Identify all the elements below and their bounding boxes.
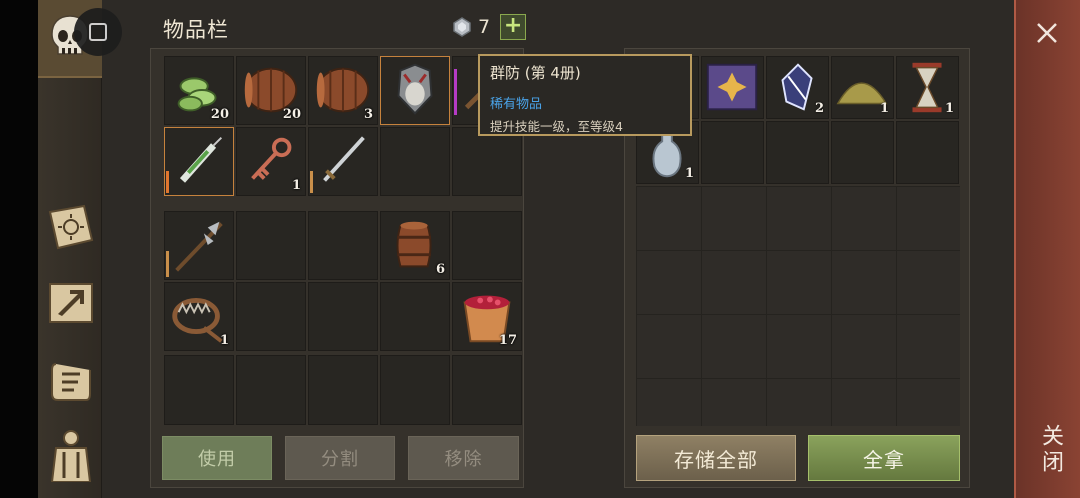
inventory-slot[interactable] bbox=[236, 282, 306, 351]
storage-slot[interactable] bbox=[766, 121, 829, 184]
item-count: 20 bbox=[282, 107, 301, 122]
inventory-title: 物品栏 bbox=[163, 18, 229, 42]
remove-button[interactable]: 移除 bbox=[408, 436, 519, 480]
storage-slot[interactable]: 1 bbox=[896, 56, 959, 119]
window-toggle-button[interactable] bbox=[74, 8, 122, 56]
inventory-slot[interactable] bbox=[452, 355, 522, 425]
item-count: 3 bbox=[363, 107, 373, 122]
inventory-slot[interactable] bbox=[308, 355, 378, 425]
item-tooltip: 群防 (第 4册) 稀有物品 提升技能一级，至等级4 bbox=[478, 54, 692, 136]
inventory-slot[interactable] bbox=[308, 282, 378, 351]
inventory-slot[interactable]: 20 bbox=[164, 56, 234, 125]
screen-edge bbox=[0, 0, 38, 498]
inventory-slot[interactable]: 3 bbox=[308, 56, 378, 125]
inventory-slot[interactable] bbox=[236, 211, 306, 280]
quest-scroll-icon[interactable] bbox=[44, 354, 98, 408]
inventory-slot[interactable] bbox=[380, 56, 450, 125]
item-count: 1 bbox=[291, 178, 301, 193]
inventory-slot[interactable] bbox=[164, 127, 234, 196]
inventory-slot[interactable] bbox=[236, 355, 306, 425]
character-outfit-icon[interactable] bbox=[44, 428, 98, 482]
syringe-icon bbox=[179, 137, 223, 183]
item-count: 17 bbox=[498, 333, 517, 348]
tooltip-rarity: 稀有物品 bbox=[490, 97, 543, 112]
inventory-slot[interactable] bbox=[308, 127, 378, 196]
inventory-slot[interactable] bbox=[380, 282, 450, 351]
item-count: 2 bbox=[814, 101, 824, 116]
inventory-slot[interactable]: 1 bbox=[164, 282, 234, 351]
item-count: 1 bbox=[944, 101, 954, 116]
currency-display: 7 + bbox=[452, 14, 527, 40]
inventory-slot[interactable] bbox=[452, 211, 522, 280]
inventory-grid-lower: 6 1 17 bbox=[164, 211, 522, 351]
inventory-slot[interactable] bbox=[452, 127, 522, 196]
halberd-icon bbox=[175, 221, 223, 272]
take-all-button[interactable]: 全拿 bbox=[808, 435, 960, 481]
storage-slot[interactable] bbox=[701, 121, 764, 184]
storage-slot[interactable] bbox=[831, 121, 894, 184]
inventory-grid-extra bbox=[164, 355, 522, 425]
item-count: 6 bbox=[435, 262, 445, 277]
inventory-slot[interactable]: 6 bbox=[380, 211, 450, 280]
skill-book-icon bbox=[706, 63, 758, 111]
inventory-slot[interactable] bbox=[164, 355, 234, 425]
gem-icon bbox=[453, 17, 471, 37]
item-count: 1 bbox=[219, 333, 229, 348]
skull-helmet-icon bbox=[397, 63, 433, 115]
map-arrow-icon[interactable] bbox=[44, 276, 98, 330]
storage-empty-grid bbox=[636, 186, 960, 426]
store-all-button[interactable]: 存储全部 bbox=[636, 435, 796, 481]
use-button[interactable]: 使用 bbox=[162, 436, 272, 480]
inventory-slot[interactable] bbox=[308, 211, 378, 280]
storage-slot[interactable]: 2 bbox=[766, 56, 829, 119]
split-button[interactable]: 分割 bbox=[285, 436, 395, 480]
close-label[interactable]: 关闭 bbox=[1030, 424, 1066, 476]
storage-slot[interactable]: 1 bbox=[831, 56, 894, 119]
item-count: 1 bbox=[879, 101, 889, 116]
storage-slot[interactable] bbox=[896, 121, 959, 184]
inventory-slot[interactable] bbox=[380, 127, 450, 196]
tooltip-title: 群防 (第 4册) bbox=[490, 64, 581, 82]
inventory-slot[interactable] bbox=[380, 355, 450, 425]
square-icon bbox=[89, 23, 107, 41]
tooltip-description: 提升技能一级，至等级4 bbox=[490, 119, 623, 134]
item-count: 1 bbox=[684, 166, 694, 181]
item-count: 20 bbox=[210, 107, 229, 122]
sun-book-icon[interactable] bbox=[44, 200, 98, 254]
inventory-grid-upper: 20 20 3 1 bbox=[164, 56, 522, 196]
inventory-slot[interactable] bbox=[164, 211, 234, 280]
inventory-slot[interactable]: 20 bbox=[236, 56, 306, 125]
inventory-slot[interactable]: 1 bbox=[236, 127, 306, 196]
inventory-slot[interactable]: 17 bbox=[452, 282, 522, 351]
close-icon[interactable] bbox=[1032, 18, 1062, 48]
storage-slot[interactable] bbox=[701, 56, 764, 119]
currency-count: 7 bbox=[478, 16, 491, 38]
sword-icon bbox=[323, 136, 365, 182]
add-currency-button[interactable]: + bbox=[500, 14, 527, 40]
